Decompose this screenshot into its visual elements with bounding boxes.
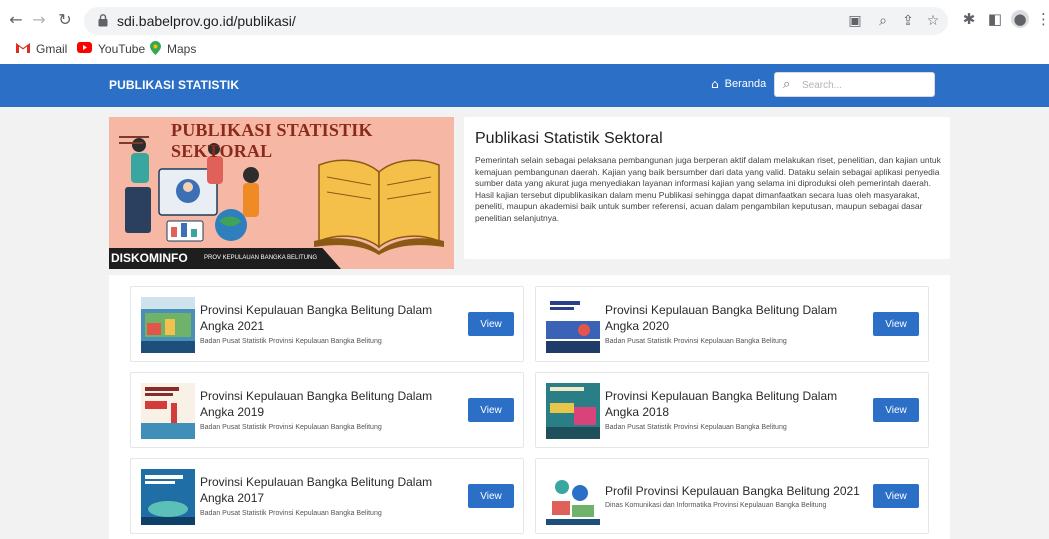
publication-cover[interactable] [546, 383, 600, 439]
publication-card: Provinsi Kepulauan Bangka Belitung Dalam… [535, 286, 929, 362]
bookmark-maps[interactable]: Maps [150, 40, 196, 58]
browser-chrome: ← → ↻ sdi.babelprov.go.id/publikasi/ ▣ ⌕… [0, 0, 1049, 64]
back-arrow-icon[interactable]: ← [6, 10, 26, 30]
bookmarks-bar: Gmail YouTube Maps [0, 38, 1049, 60]
intro-text: Pemerintah selain sebagai pelaksana pemb… [475, 155, 941, 223]
publication-cover[interactable] [141, 383, 195, 439]
lock-icon [98, 14, 108, 27]
nav-home-label: Beranda [724, 78, 767, 90]
publication-cover[interactable] [141, 469, 195, 525]
url-text: sdi.babelprov.go.id/publikasi/ [117, 13, 296, 29]
extensions-icon[interactable]: ✱ [960, 10, 978, 28]
address-bar[interactable]: sdi.babelprov.go.id/publikasi/ ▣ ⌕ ⇪ ☆ [84, 7, 948, 35]
share-icon[interactable]: ⇪ [899, 12, 917, 30]
hero-banner: PUBLIKASI STATISTIK SEKTORAL DISKOMINFO … [109, 117, 454, 269]
nav-home-link[interactable]: ⌂ Beranda [711, 77, 766, 91]
publication-source: Badan Pusat Statistik Provinsi Kepulauan… [605, 424, 787, 431]
view-button[interactable]: View [873, 398, 919, 422]
maps-icon [150, 40, 161, 58]
bookmark-label: Maps [167, 42, 197, 56]
translate-icon[interactable]: ▣ [846, 12, 864, 30]
bookmark-label: YouTube [98, 42, 146, 56]
home-icon: ⌂ [711, 77, 719, 91]
banner-footer: DISKOMINFO PROV KEPULAUAN BANGKA BELITUN… [109, 248, 341, 269]
publication-title[interactable]: Provinsi Kepulauan Bangka Belitung Dalam… [605, 302, 860, 334]
bookmark-star-icon[interactable]: ☆ [924, 12, 942, 30]
publication-title[interactable]: Provinsi Kepulauan Bangka Belitung Dalam… [200, 474, 455, 506]
banner-footer-main: DISKOMINFO [111, 251, 188, 265]
banner-footer-sub: PROV KEPULAUAN BANGKA BELITUNG [204, 255, 318, 261]
bookmark-gmail[interactable]: Gmail [16, 40, 67, 58]
publication-list: Provinsi Kepulauan Bangka Belitung Dalam… [109, 275, 950, 539]
site-navbar: PUBLIKASI STATISTIK ⌂ Beranda ⌕ [0, 64, 1049, 107]
view-button[interactable]: View [873, 312, 919, 336]
view-button[interactable]: View [468, 398, 514, 422]
publication-cover[interactable] [141, 297, 195, 353]
publication-card: Provinsi Kepulauan Bangka Belitung Dalam… [130, 372, 524, 448]
publication-title[interactable]: Profil Provinsi Kepulauan Bangka Belitun… [605, 483, 860, 499]
publication-source: Dinas Komunikasi dan Informatika Provins… [605, 502, 827, 509]
forward-arrow-icon[interactable]: → [29, 10, 49, 30]
publication-cover[interactable] [546, 297, 600, 353]
search-icon: ⌕ [783, 77, 791, 92]
site-brand[interactable]: PUBLIKASI STATISTIK [109, 78, 239, 92]
publication-source: Badan Pusat Statistik Provinsi Kepulauan… [200, 424, 382, 431]
publication-card: Provinsi Kepulauan Bangka Belitung Dalam… [130, 286, 524, 362]
reload-icon[interactable]: ↻ [55, 10, 75, 30]
publication-title[interactable]: Provinsi Kepulauan Bangka Belitung Dalam… [605, 388, 860, 420]
publication-card: Provinsi Kepulauan Bangka Belitung Dalam… [130, 458, 524, 534]
view-button[interactable]: View [468, 484, 514, 508]
intro-card: Publikasi Statistik Sektoral Pemerintah … [464, 117, 950, 259]
publication-card: Profil Provinsi Kepulauan Bangka Belitun… [535, 458, 929, 534]
gmail-icon [16, 42, 30, 56]
banner-title: PUBLIKASI STATISTIK SEKTORAL [171, 120, 373, 161]
youtube-icon [77, 42, 92, 56]
publication-title[interactable]: Provinsi Kepulauan Bangka Belitung Dalam… [200, 388, 455, 420]
side-panel-icon[interactable]: ◧ [986, 10, 1004, 28]
intro-title: Publikasi Statistik Sektoral [475, 130, 663, 147]
address-row: ← → ↻ sdi.babelprov.go.id/publikasi/ ▣ ⌕… [0, 6, 1049, 36]
publication-source: Badan Pusat Statistik Provinsi Kepulauan… [605, 338, 787, 345]
publication-cover[interactable] [546, 469, 600, 525]
bookmark-youtube[interactable]: YouTube [77, 40, 145, 58]
view-button[interactable]: View [468, 312, 514, 336]
view-button[interactable]: View [873, 484, 919, 508]
profile-avatar-icon[interactable]: ● [1011, 10, 1029, 28]
bookmark-label: Gmail [36, 42, 68, 56]
publication-card: Provinsi Kepulauan Bangka Belitung Dalam… [535, 372, 929, 448]
search-box: ⌕ [774, 72, 935, 97]
search-input[interactable] [802, 76, 927, 94]
zoom-icon[interactable]: ⌕ [874, 12, 892, 30]
publication-source: Badan Pusat Statistik Provinsi Kepulauan… [200, 510, 382, 517]
menu-kebab-icon[interactable]: ⋮ [1036, 10, 1049, 28]
publication-source: Badan Pusat Statistik Provinsi Kepulauan… [200, 338, 382, 345]
publication-title[interactable]: Provinsi Kepulauan Bangka Belitung Dalam… [200, 302, 455, 334]
